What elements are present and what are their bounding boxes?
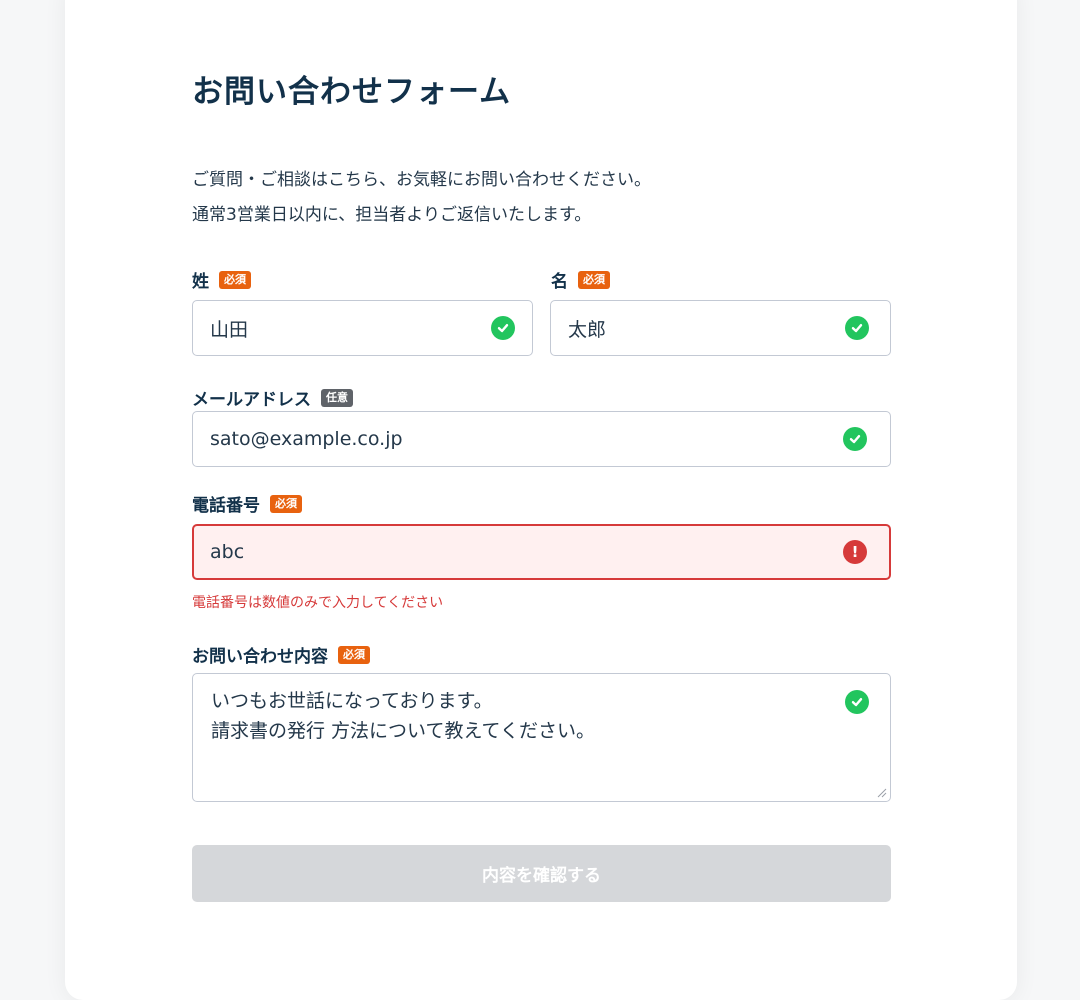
required-badge: 必須 [338, 645, 370, 664]
phone-label: 電話番号 必須 [192, 491, 302, 516]
message-label-text: お問い合わせ内容 [192, 647, 328, 667]
description-line-1: ご質問・ご相談はこちら、お気軽にお問い合わせください。 [192, 170, 651, 190]
first-name-label-text: 名 [551, 272, 568, 292]
page-title: お問い合わせフォーム [192, 74, 512, 110]
message-textarea[interactable]: いつもお世話になっております。 請求書の発行 方法について教えてください。 [192, 673, 891, 802]
optional-badge: 任意 [321, 388, 353, 407]
phone-input[interactable]: abc ! [192, 524, 891, 580]
email-input[interactable]: sato@example.co.jp [192, 411, 891, 467]
first-name-input[interactable]: 太郎 [550, 300, 891, 356]
last-name-label-text: 姓 [192, 272, 209, 292]
check-circle-icon [845, 690, 869, 714]
phone-label-text: 電話番号 [192, 496, 260, 516]
phone-error-message: 電話番号は数値のみで入力してください [192, 595, 444, 611]
required-badge: 必須 [270, 494, 302, 513]
form-description: ご質問・ご相談はこちら、お気軽にお問い合わせください。 通常3営業日以内に、担当… [192, 163, 891, 233]
message-label: お問い合わせ内容 必須 [192, 642, 370, 667]
last-name-label: 姓 必須 [192, 267, 251, 292]
exclamation-circle-icon: ! [843, 540, 867, 564]
resize-grip-icon[interactable] [875, 786, 887, 798]
check-circle-icon [491, 316, 515, 340]
required-badge: 必須 [219, 270, 251, 289]
required-badge: 必須 [578, 270, 610, 289]
check-circle-icon [845, 316, 869, 340]
email-label: メールアドレス 任意 [192, 385, 353, 410]
email-label-text: メールアドレス [192, 390, 311, 410]
email-value: sato@example.co.jp [210, 428, 403, 450]
message-line-1: いつもお世話になっております。 [211, 690, 493, 712]
confirm-button[interactable]: 内容を確認する [192, 845, 891, 902]
check-circle-icon [843, 427, 867, 451]
first-name-label: 名 必須 [551, 267, 610, 292]
first-name-value: 太郎 [568, 318, 607, 341]
phone-value: abc [210, 541, 245, 563]
form-card: お問い合わせフォーム ご質問・ご相談はこちら、お気軽にお問い合わせください。 通… [65, 0, 1017, 1000]
description-line-2: 通常3営業日以内に、担当者よりご返信いたします。 [192, 205, 592, 225]
last-name-value: 山田 [210, 318, 249, 341]
last-name-input[interactable]: 山田 [192, 300, 533, 356]
message-line-2: 請求書の発行 方法について教えてください。 [211, 720, 595, 742]
